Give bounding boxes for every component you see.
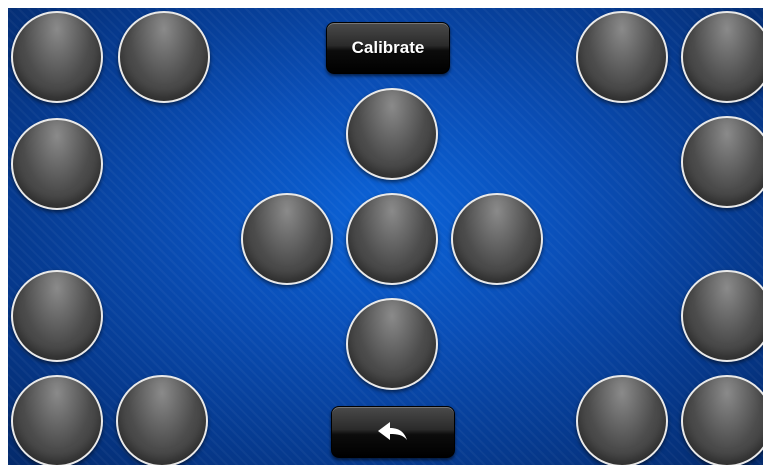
calibrate-button[interactable]: Calibrate	[326, 22, 450, 74]
round-button-top-right-1[interactable]	[576, 11, 668, 103]
round-button-bottom-left-2[interactable]	[11, 375, 103, 465]
round-button-top-right-2[interactable]	[681, 11, 763, 103]
round-button-bottom-right-1[interactable]	[681, 270, 763, 362]
dpad-center-button[interactable]	[346, 193, 438, 285]
round-button-bottom-right-2[interactable]	[576, 375, 668, 465]
back-arrow-icon	[378, 422, 407, 440]
dpad-up-button[interactable]	[346, 88, 438, 180]
dpad-left-button[interactable]	[241, 193, 333, 285]
round-button-top-left-2[interactable]	[118, 11, 210, 103]
round-button-bottom-left-3[interactable]	[116, 375, 208, 465]
control-panel-screen: Calibrate	[8, 8, 763, 465]
calibrate-button-label: Calibrate	[351, 38, 425, 57]
dpad-right-button[interactable]	[451, 193, 543, 285]
round-button-top-right-3[interactable]	[681, 116, 763, 208]
dpad-down-button[interactable]	[346, 298, 438, 390]
round-button-top-left-3[interactable]	[11, 118, 103, 210]
round-button-bottom-left-1[interactable]	[11, 270, 103, 362]
round-button-top-left-1[interactable]	[11, 11, 103, 103]
round-button-bottom-right-3[interactable]	[681, 375, 763, 465]
back-button[interactable]	[331, 406, 455, 458]
